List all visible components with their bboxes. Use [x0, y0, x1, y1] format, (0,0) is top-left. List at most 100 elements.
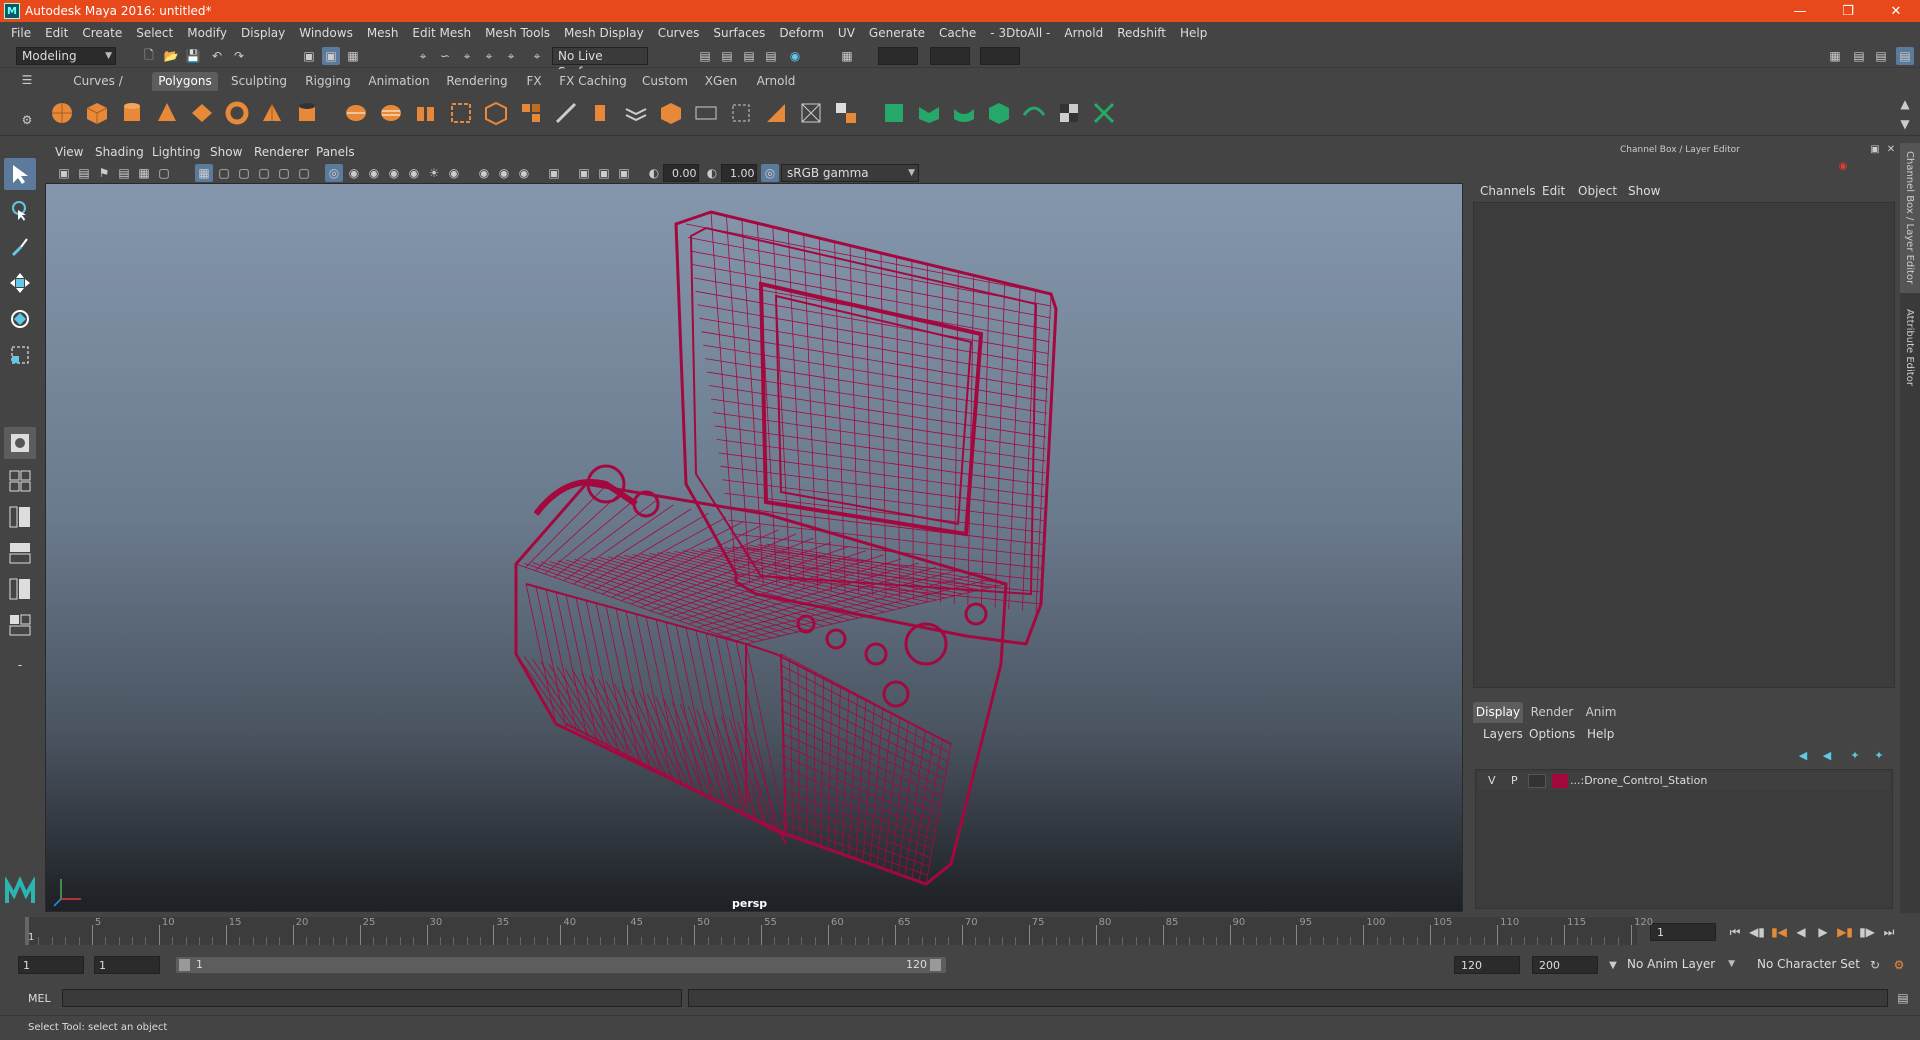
redo-icon[interactable]: ↷ — [230, 47, 248, 65]
persp-hypershade-layout-icon[interactable] — [4, 573, 36, 605]
smooth-shade-icon[interactable]: ◉ — [345, 164, 363, 182]
anim-layer-selector[interactable]: No Anim Layer ▼ — [1622, 956, 1738, 974]
side-tab-channel-box[interactable]: Channel Box / Layer Editor — [1900, 143, 1920, 293]
xray-icon[interactable]: ▣ — [575, 164, 593, 182]
current-frame-field[interactable]: 1 — [1650, 923, 1716, 941]
poly-cone-icon[interactable] — [153, 99, 181, 127]
go-to-end-icon[interactable]: ⏭ — [1880, 923, 1898, 941]
menu-file[interactable]: File — [4, 26, 38, 40]
menu-generate[interactable]: Generate — [862, 26, 932, 40]
render-sequence-icon[interactable]: ▤ — [718, 47, 736, 65]
play-backwards-icon[interactable]: ◀ — [1792, 923, 1810, 941]
command-language-label[interactable]: MEL — [28, 992, 51, 1005]
menu-help[interactable]: Help — [1173, 26, 1214, 40]
shelf-scroll-down-icon[interactable]: ▼ — [1896, 115, 1914, 133]
save-scene-icon[interactable]: 💾 — [184, 47, 202, 65]
menu-curves[interactable]: Curves — [651, 26, 707, 40]
layer-menu-layers[interactable]: Layers — [1483, 727, 1523, 741]
gate-mask-icon[interactable]: ▢ — [235, 164, 253, 182]
shelf-tab-curves-surfaces[interactable]: Curves / Surfaces — [46, 72, 150, 107]
snap-grid-icon[interactable]: ⌖ — [414, 47, 432, 65]
absolute-transform-icon[interactable]: ▦ — [838, 47, 856, 65]
undo-icon[interactable]: ↶ — [208, 47, 226, 65]
smooth-icon[interactable] — [447, 99, 475, 127]
bevel-icon[interactable] — [657, 99, 685, 127]
select-tool-icon[interactable] — [4, 158, 36, 190]
bridge-edge-icon[interactable] — [692, 99, 720, 127]
hypershade-icon[interactable]: ◉ — [786, 47, 804, 65]
lasso-tool-icon[interactable] — [4, 195, 36, 227]
merge-icon[interactable] — [762, 99, 790, 127]
textured-icon[interactable]: ◉ — [405, 164, 423, 182]
menu-mesh-tools[interactable]: Mesh Tools — [478, 26, 557, 40]
four-view-layout-icon[interactable] — [4, 465, 36, 497]
menu-mesh[interactable]: Mesh — [360, 26, 406, 40]
render-frame-icon[interactable]: ▤ — [696, 47, 714, 65]
menu-3dtoall[interactable]: - 3DtoAll - — [983, 26, 1057, 40]
snap-point-icon[interactable]: ⌖ — [458, 47, 476, 65]
close-button[interactable]: ✕ — [1876, 0, 1916, 22]
exposure-icon[interactable]: ◐ — [645, 164, 663, 182]
shelf-tab-custom[interactable]: Custom — [638, 72, 692, 91]
menu-edit-mesh[interactable]: Edit Mesh — [405, 26, 478, 40]
fill-hole-icon[interactable] — [727, 99, 755, 127]
menu-deform[interactable]: Deform — [772, 26, 831, 40]
layer-name[interactable]: ...:Drone_Control_Station — [1570, 774, 1707, 787]
script-editor-icon[interactable]: ▤ — [1894, 989, 1912, 1007]
viewport-menu-show[interactable]: Show — [210, 145, 242, 159]
wireframe-shading-icon[interactable]: ◎ — [325, 164, 343, 182]
character-set-selector[interactable]: No Character Set — [1752, 956, 1870, 974]
live-surface-field[interactable]: No Live Surface — [552, 47, 648, 79]
film-gate-icon[interactable]: ▢ — [155, 164, 173, 182]
step-back-key-icon[interactable]: ▮◀ — [1770, 923, 1788, 941]
close-panel-icon[interactable]: ✕ — [1884, 142, 1898, 156]
multi-cut-icon[interactable] — [552, 99, 580, 127]
range-slider[interactable]: 1 120 — [176, 957, 946, 973]
attribute-editor-icon[interactable]: ▤ — [1850, 47, 1868, 65]
move-layer-up-icon[interactable]: ◀ — [1794, 746, 1812, 764]
append-polygon-icon[interactable] — [832, 99, 860, 127]
menu-edit[interactable]: Edit — [38, 26, 75, 40]
gamma-field[interactable]: 1.00 — [721, 164, 757, 182]
poly-pipe-icon[interactable] — [293, 99, 321, 127]
use-default-material-icon[interactable]: ◉ — [365, 164, 383, 182]
new-layer-icon[interactable]: ✦ — [1846, 746, 1864, 764]
mode-selector[interactable]: Modeling ▼ — [16, 47, 116, 65]
layer-menu-help[interactable]: Help — [1587, 727, 1614, 741]
color-space-selector[interactable]: sRGB gamma ▼ — [781, 164, 919, 182]
field-chart-icon[interactable]: ▢ — [255, 164, 273, 182]
shelf-tab-rendering[interactable]: Rendering — [442, 72, 512, 91]
wireframe-on-shaded-icon[interactable]: ◉ — [385, 164, 403, 182]
use-all-lights-icon[interactable]: ☀ — [425, 164, 443, 182]
select-component-icon[interactable]: ▦ — [344, 47, 362, 65]
snap-curve-icon[interactable]: ∽ — [436, 47, 454, 65]
image-plane-icon[interactable]: ▤ — [115, 164, 133, 182]
axis-colors-icon[interactable]: ◉ — [1836, 159, 1850, 173]
viewport-menu-renderer[interactable]: Renderer — [254, 145, 309, 159]
scale-tool-icon[interactable] — [4, 339, 36, 371]
animation-preferences-icon[interactable]: ⚙ — [1890, 956, 1908, 974]
checker-map-icon[interactable] — [1055, 99, 1083, 127]
channel-box-menu-edit[interactable]: Edit — [1542, 184, 1565, 198]
xray-joints-icon[interactable]: ▣ — [595, 164, 613, 182]
open-scene-icon[interactable]: 📂 — [162, 47, 180, 65]
menu-surfaces[interactable]: Surfaces — [706, 26, 772, 40]
gamma-icon[interactable]: ◐ — [703, 164, 721, 182]
viewport-menu-panels[interactable]: Panels — [316, 145, 355, 159]
separate-icon[interactable] — [377, 99, 405, 127]
shelf-tab-xgen[interactable]: XGen — [700, 72, 742, 91]
shelf-tab-arnold[interactable]: Arnold — [750, 72, 802, 91]
shelf-tab-fx[interactable]: FX — [520, 72, 548, 91]
grid-toggle-icon[interactable]: ▦ — [135, 164, 153, 182]
extrude-icon[interactable] — [587, 99, 615, 127]
poly-torus-icon[interactable] — [223, 99, 251, 127]
anti-aliasing-icon[interactable]: ◉ — [515, 164, 533, 182]
cylindrical-map-icon[interactable] — [950, 99, 978, 127]
exposure-field[interactable]: 0.00 — [663, 164, 699, 182]
camera-attributes-icon[interactable]: ▤ — [75, 164, 93, 182]
shelf-menu-icon[interactable]: ☰ — [18, 71, 36, 89]
layer-playback-toggle[interactable]: P — [1511, 774, 1518, 787]
menu-create[interactable]: Create — [75, 26, 129, 40]
persp-outliner-layout-icon[interactable] — [4, 501, 36, 533]
color-management-icon[interactable]: ◎ — [761, 164, 779, 182]
